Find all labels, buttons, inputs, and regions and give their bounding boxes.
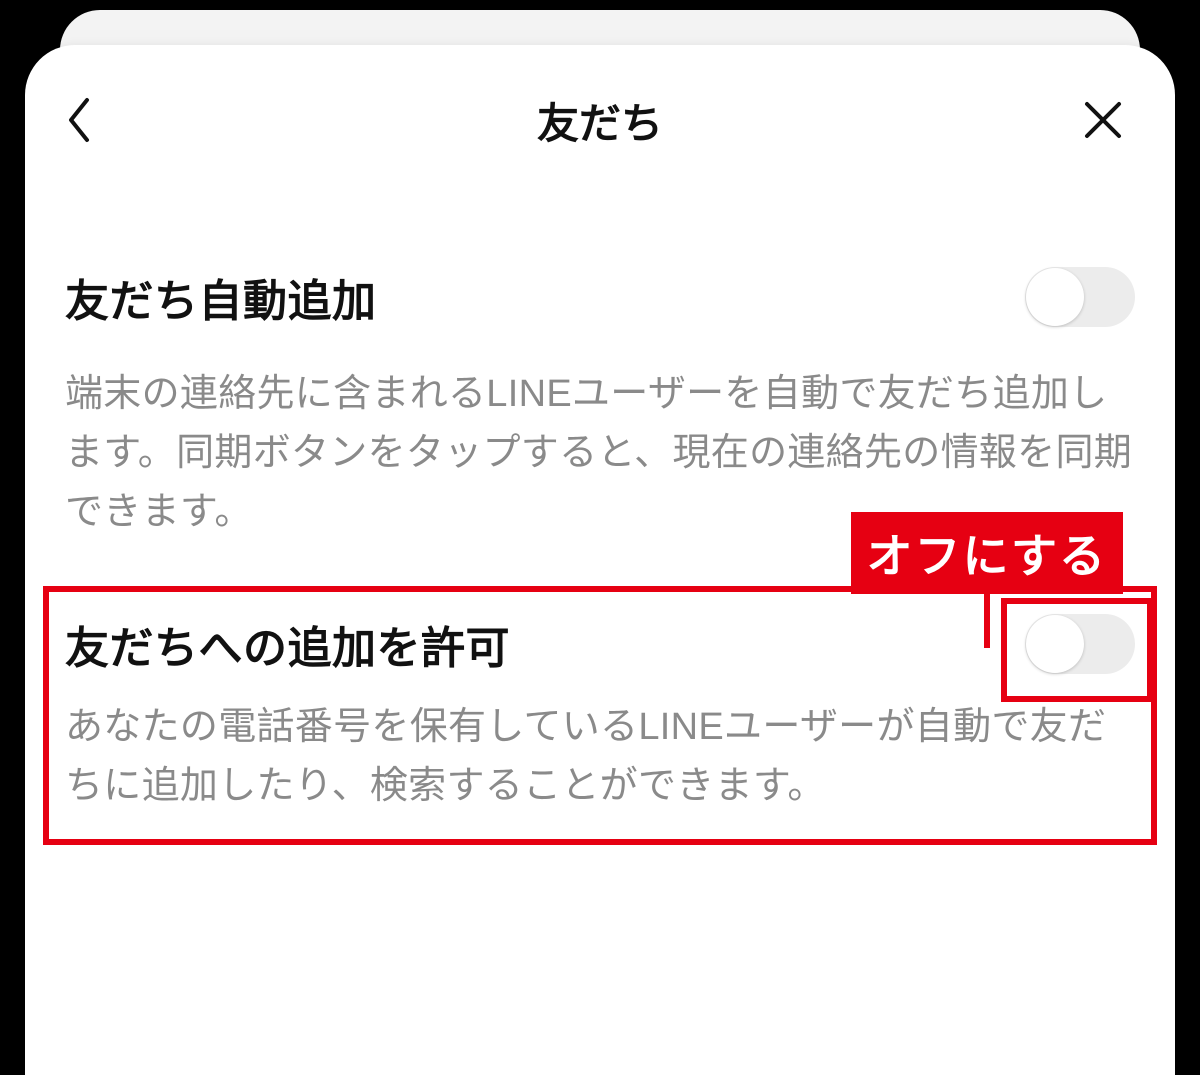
page-title: 友だち [537, 90, 663, 151]
header-bar: 友だち [25, 45, 1175, 195]
settings-sheet: 友だち 友だち自動追加 端末の連絡先に含まれるLINEユーザーを自動で友だち追加… [25, 45, 1175, 1075]
setting-description-allow-add: あなたの電話番号を保有しているLINEユーザーが自動で友だちに追加したり、検索す… [65, 698, 1135, 816]
toggle-auto-add[interactable] [1025, 267, 1135, 327]
content-area: 友だち自動追加 端末の連絡先に含まれるLINEユーザーを自動で友だち追加します。… [25, 265, 1175, 815]
toggle-knob [1026, 268, 1084, 326]
close-button[interactable] [1081, 98, 1125, 142]
setting-row-auto-add: 友だち自動追加 [65, 265, 1135, 329]
annotation-label: オフにする [851, 512, 1123, 594]
setting-label-allow-add: 友だちへの追加を許可 [65, 612, 510, 676]
back-button[interactable] [65, 96, 93, 144]
setting-row-allow-add: 友だちへの追加を許可 [65, 612, 1135, 676]
chevron-left-icon [65, 96, 93, 144]
toggle-knob [1026, 615, 1084, 673]
annotation-connector [984, 594, 990, 648]
toggle-allow-add[interactable] [1025, 614, 1135, 674]
setting-label-auto-add: 友だち自動追加 [65, 265, 377, 329]
close-icon [1081, 98, 1125, 142]
annotation-callout: オフにする [851, 512, 1123, 594]
setting-section-allow-add: オフにする 友だちへの追加を許可 あなたの電話番号を保有しているLINEユーザー… [65, 612, 1135, 816]
